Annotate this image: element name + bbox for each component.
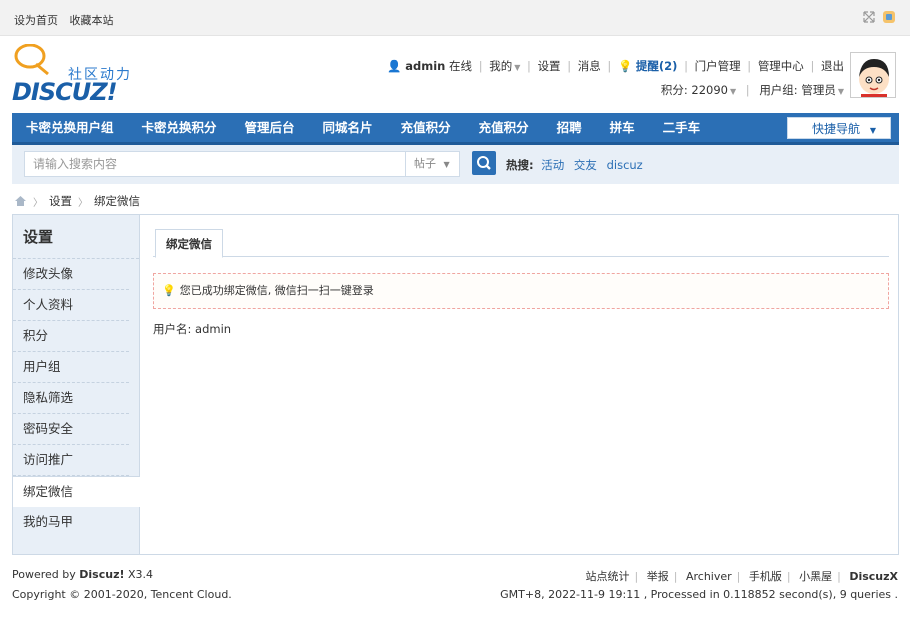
logout-link[interactable]: 退出 xyxy=(821,59,844,73)
sidebar-item-avatar[interactable]: 修改头像 xyxy=(13,259,129,290)
username-link[interactable]: admin xyxy=(405,59,445,73)
footer-stats: GMT+8, 2022-11-9 19:11 , Processed in 0.… xyxy=(500,588,898,601)
portal-admin-link[interactable]: 门户管理 xyxy=(695,59,741,73)
footer-link-stats[interactable]: 站点统计 xyxy=(586,570,630,583)
search-bar: 请输入搜索内容 帖子 ▼ 热搜: 活动 交友 discuz xyxy=(12,145,899,184)
footer-link-blackroom[interactable]: 小黑屋 xyxy=(799,570,832,583)
chevron-down-icon: ▼ xyxy=(869,126,876,135)
nav-item-recharge-1[interactable]: 充值积分 xyxy=(387,113,465,142)
resize-icon[interactable] xyxy=(862,10,876,24)
bulb-logo-icon xyxy=(14,44,49,76)
chevron-down-icon: ▼ xyxy=(837,87,844,96)
search-type-select[interactable]: 帖子 ▼ xyxy=(406,151,460,177)
search-button[interactable] xyxy=(472,151,496,175)
username-line: 用户名: admin xyxy=(153,322,232,336)
search-type-label: 帖子 xyxy=(414,157,436,170)
home-icon[interactable] xyxy=(14,195,27,207)
bulb-icon: 💡 xyxy=(162,284,176,297)
search-input[interactable]: 请输入搜索内容 xyxy=(24,151,406,177)
main-panel: 设置 修改头像 个人资料 积分 用户组 隐私筛选 密码安全 访问推广 绑定微信 … xyxy=(12,214,899,555)
search-icon xyxy=(477,156,491,170)
hot-search-label: 热搜: xyxy=(506,158,534,172)
points-link[interactable]: 积分: 22090 xyxy=(661,83,728,97)
user-bar: 👤 admin 在线 | 我的 ▼ | 设置 | 消息 | 💡 提醒(2) | 门… xyxy=(387,59,844,73)
chevron-down-icon: ▼ xyxy=(514,63,521,72)
main-nav: 卡密兑换用户组 卡密兑换积分 管理后台 同城名片 充值积分 充值积分 招聘 拼车… xyxy=(12,113,899,145)
powered-prefix: Powered by xyxy=(12,568,76,581)
sidebar-item-usergroup[interactable]: 用户组 xyxy=(13,352,129,383)
nav-item-used-car[interactable]: 二手车 xyxy=(649,113,715,142)
footer-links: 站点统计 | 举报 | Archiver | 手机版 | 小黑屋 | DiscuzX xyxy=(585,570,898,583)
quick-nav-button[interactable]: 快捷导航 ▼ xyxy=(787,117,891,139)
top-icons xyxy=(862,10,896,24)
online-status[interactable]: 在线 xyxy=(449,59,472,73)
admin-center-link[interactable]: 管理中心 xyxy=(758,59,804,73)
version-text: X3.4 xyxy=(128,568,154,581)
bulb-icon: 💡 xyxy=(617,59,633,73)
tab-bar: 绑定微信 xyxy=(153,229,889,258)
sidebar-item-points[interactable]: 积分 xyxy=(13,321,129,352)
sidebar-title: 设置 xyxy=(13,215,139,259)
footer-link-archiver[interactable]: Archiver xyxy=(686,570,732,583)
bookmark-link[interactable]: 收藏本站 xyxy=(70,14,114,27)
sidebar-item-profile[interactable]: 个人资料 xyxy=(13,290,129,321)
sidebar-item-wechat[interactable]: 绑定微信 xyxy=(13,476,140,507)
site-logo[interactable]: 社区动力 DISCUZ! xyxy=(12,44,142,106)
breadcrumb-current: 绑定微信 xyxy=(94,194,140,208)
breadcrumb: 〉 设置 〉 绑定微信 xyxy=(14,193,140,209)
nav-item-card-points[interactable]: 卡密兑换积分 xyxy=(128,113,231,142)
powered-by: Powered by Discuz! X3.4 xyxy=(12,568,153,581)
user-stats: 积分: 22090 ▼ | 用户组: 管理员 ▼ xyxy=(660,83,844,97)
sidebar-item-alt-account[interactable]: 我的马甲 xyxy=(13,507,129,538)
nav-item-recharge-2[interactable]: 充值积分 xyxy=(465,113,543,142)
notice-text: 您已成功绑定微信, 微信扫一扫一键登录 xyxy=(179,284,374,297)
hot-item[interactable]: discuz xyxy=(607,158,643,172)
avatar-face-icon xyxy=(851,53,895,97)
success-notice: 💡 您已成功绑定微信, 微信扫一扫一键登录 xyxy=(153,273,889,309)
top-links: 设为首页 收藏本站 xyxy=(14,12,122,28)
nav-item-admin[interactable]: 管理后台 xyxy=(231,113,309,142)
set-home-link[interactable]: 设为首页 xyxy=(14,14,58,27)
user-group-link[interactable]: 用户组: 管理员 xyxy=(759,83,836,97)
sidebar-item-privacy[interactable]: 隐私筛选 xyxy=(13,383,129,414)
app-icon[interactable] xyxy=(882,10,896,24)
hot-item[interactable]: 活动 xyxy=(541,158,564,172)
user-icon: 👤 xyxy=(387,59,402,73)
nav-item-card-group[interactable]: 卡密兑换用户组 xyxy=(12,113,128,142)
settings-sidebar: 设置 修改头像 个人资料 积分 用户组 隐私筛选 密码安全 访问推广 绑定微信 … xyxy=(13,215,140,554)
breadcrumb-settings[interactable]: 设置 xyxy=(49,193,72,209)
messages-link[interactable]: 消息 xyxy=(578,59,601,73)
settings-link[interactable]: 设置 xyxy=(538,59,561,73)
nav-item-carpool[interactable]: 拼车 xyxy=(596,113,649,142)
nav-item-jobs[interactable]: 招聘 xyxy=(543,113,596,142)
chevron-down-icon: ▼ xyxy=(729,87,737,96)
quick-nav-label: 快捷导航 xyxy=(812,122,861,136)
hot-item[interactable]: 交友 xyxy=(574,158,597,172)
nav-item-city-card[interactable]: 同城名片 xyxy=(309,113,387,142)
chevron-down-icon: ▼ xyxy=(443,160,450,169)
powered-brand-link[interactable]: Discuz! xyxy=(79,568,124,581)
hot-search: 热搜: 活动 交友 discuz xyxy=(506,157,649,173)
my-menu[interactable]: 我的 xyxy=(489,59,512,73)
sidebar-item-password[interactable]: 密码安全 xyxy=(13,414,129,445)
top-bar: 设为首页 收藏本站 xyxy=(0,0,910,36)
footer-link-report[interactable]: 举报 xyxy=(647,570,669,583)
tab-bind-wechat[interactable]: 绑定微信 xyxy=(155,229,223,258)
footer-link-mobile[interactable]: 手机版 xyxy=(749,570,782,583)
content-area: 绑定微信 💡 您已成功绑定微信, 微信扫一扫一键登录 用户名: admin xyxy=(153,229,889,337)
remind-link[interactable]: 提醒(2) xyxy=(636,59,678,73)
avatar[interactable] xyxy=(850,52,896,98)
sidebar-item-promotion[interactable]: 访问推广 xyxy=(13,445,129,476)
copyright: Copyright © 2001-2020, Tencent Cloud. xyxy=(12,588,232,601)
logo-brand: DISCUZ! xyxy=(12,78,118,106)
footer-brand-link[interactable]: DiscuzX xyxy=(849,570,898,583)
